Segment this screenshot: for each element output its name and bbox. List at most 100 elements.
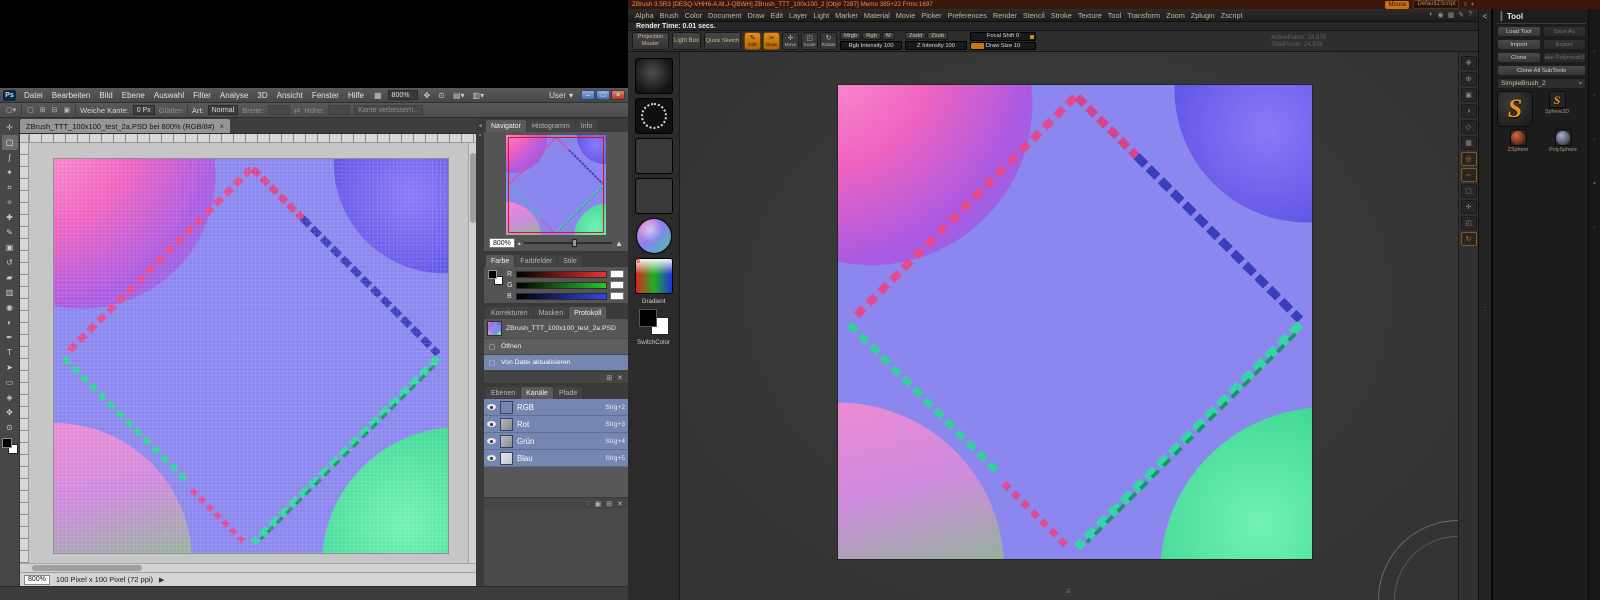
panel-tab[interactable]: Kanäle (521, 387, 553, 399)
dodge-tool[interactable]: ◐ (2, 315, 18, 330)
frame-icon[interactable]: ▢ (1461, 184, 1477, 198)
delete-state-icon[interactable]: ✕ (617, 374, 623, 382)
selection-subtract-icon[interactable]: ⊟ (51, 106, 59, 114)
stroke-type-thumbnail[interactable] (635, 98, 673, 134)
zbrush-menu-item[interactable]: Picker (918, 11, 944, 20)
pen-tool[interactable]: ✒ (2, 330, 18, 345)
current-brush-thumbnail[interactable] (635, 58, 673, 94)
tool-preset-icon[interactable]: ▢▾ (5, 106, 17, 114)
channel-row[interactable]: RGB Strg+2 (484, 399, 628, 416)
panel-tab[interactable]: Farbe (486, 255, 514, 267)
document-tab[interactable]: ZBrush_TTT_100x100_test_2a.PSD bei 800% … (20, 119, 230, 133)
projection-master-button[interactable]: Projection Master (632, 32, 669, 50)
panel-tab[interactable]: Stile (558, 255, 582, 267)
color-value-field[interactable] (610, 270, 624, 278)
tool-tray-button[interactable]: Make Polymesh3D (1543, 52, 1587, 63)
clone-all-subtools-button[interactable]: Clone All SubTools (1497, 65, 1586, 76)
crop-tool[interactable]: ⌗ (2, 180, 18, 195)
selection-intersect-icon[interactable]: ▣ (63, 106, 72, 114)
zbrush-menu-item[interactable]: Edit (767, 11, 786, 20)
z-intensity-slider[interactable]: Z Intensity 100 (905, 41, 967, 50)
ps-menu-item[interactable]: Hilfe (344, 91, 368, 100)
tool-palette-header[interactable]: ┃ Tool (1497, 11, 1586, 24)
maximize-button[interactable]: □ (596, 90, 610, 100)
main-color-swatch[interactable] (639, 309, 657, 327)
zbrush-menu-item[interactable]: Tool (1105, 11, 1124, 20)
transform-mode-button[interactable]: ↻ Rotate (820, 32, 837, 50)
zbrush-menu-item[interactable]: Material (861, 11, 893, 20)
history-snapshot-row[interactable]: ZBrush_TTT_100x100_test_2a.PSD (484, 319, 628, 339)
ps-menu-item[interactable]: Bild (95, 91, 116, 100)
ps-menu-item[interactable]: Ebene (118, 91, 149, 100)
zbrush-canvas[interactable]: ≡ (680, 52, 1458, 600)
gradient-label[interactable]: Gradient (642, 298, 666, 305)
type-tool[interactable]: T (2, 345, 18, 360)
clone-stamp-tool[interactable]: ▣ (2, 240, 18, 255)
navigator-zoom-slider[interactable] (524, 242, 612, 244)
new-snapshot-icon[interactable]: ⊞ (606, 374, 612, 382)
transform-mode-button[interactable]: ✑ Draw (763, 32, 780, 50)
navigator-view-box[interactable] (508, 137, 604, 233)
collapse-panels-icon[interactable]: ◂ (478, 122, 481, 129)
channel-row[interactable]: Rot Strg+3 (484, 416, 628, 433)
lasso-tool[interactable]: ʃ (2, 150, 18, 165)
color-value-field[interactable] (610, 281, 624, 289)
visibility-eye-icon[interactable] (487, 421, 496, 427)
tray-edge-icon[interactable]: ▪ (1593, 181, 1595, 187)
focal-shift-slider[interactable]: Focal Shift 0 (970, 32, 1036, 41)
brush-tool[interactable]: ✎ (2, 225, 18, 240)
transform-mode-button[interactable]: ✎ Edit (744, 32, 761, 50)
path-selection-tool[interactable]: ➤ (2, 360, 18, 375)
foreground-color-swatch[interactable] (2, 438, 12, 448)
eraser-tool[interactable]: ▰ (2, 270, 18, 285)
zbrush-menu-item[interactable]: Movie (893, 11, 918, 20)
ps-canvas[interactable] (20, 143, 476, 563)
alpha-slot[interactable] (635, 138, 673, 174)
zbrush-menu-item[interactable]: Stencil (1020, 11, 1048, 20)
panel-tab[interactable]: Info (576, 120, 598, 132)
zoom-tool-icon[interactable]: ⊙ (436, 91, 447, 100)
history-step-row[interactable]: ▢ Öffnen (484, 339, 628, 355)
switch-color-swatch[interactable] (637, 309, 671, 335)
dock-grip-icon[interactable]: ▪ (479, 133, 481, 139)
zoom-tool[interactable]: ⊙ (2, 420, 18, 435)
zbrush-document-image[interactable] (838, 85, 1312, 559)
save-selection-icon[interactable]: ▣ (595, 500, 602, 508)
blur-tool[interactable]: ◉ (2, 300, 18, 315)
visibility-eye-icon[interactable] (487, 455, 496, 461)
marquee-tool[interactable]: ▢ (2, 135, 18, 150)
ps-menu-item[interactable]: Bearbeiten (48, 91, 95, 100)
color-slider[interactable] (516, 293, 607, 300)
panel-tab[interactable]: Farbfelder (515, 255, 557, 267)
zbrush-menu-item[interactable]: Zoom (1163, 11, 1188, 20)
visibility-eye-icon[interactable] (487, 404, 496, 410)
zscript-quick-icon[interactable]: ✎ (1456, 11, 1466, 19)
screen-mode-icon[interactable]: ▥▾ (471, 91, 487, 100)
close-tab-icon[interactable]: × (219, 122, 224, 131)
panel-tab[interactable]: Korrekturen (486, 307, 533, 319)
local-icon[interactable]: ◎ (1461, 152, 1477, 166)
tool-tray-button[interactable]: Load Tool (1497, 26, 1541, 37)
current-tool-section-header[interactable]: SimpleBrush_2▾ (1497, 78, 1586, 89)
swap-dimensions-icon[interactable]: ⇄ (294, 106, 300, 115)
tool-item-polysphere[interactable]: PolySphere (1542, 129, 1584, 153)
tray-edge-icon[interactable]: ▫ (1593, 225, 1595, 231)
quick-selection-tool[interactable]: ✦ (2, 165, 18, 180)
zbrush-menu-item[interactable]: Alpha (632, 11, 657, 20)
photoshop-app-icon[interactable]: Ps (3, 90, 16, 101)
draw-size-slider[interactable]: Draw Size 10 (970, 42, 1036, 51)
tool-item-sphere3d[interactable]: S Sphere3D (1536, 91, 1578, 127)
load-selection-icon[interactable]: ◌ (585, 500, 589, 507)
transform-mode-button[interactable]: ◰ Scale (801, 32, 818, 50)
zbrush-menu-item[interactable]: Draw (744, 11, 767, 20)
zbrush-menu-item[interactable]: Brush (657, 11, 682, 20)
antialias-checkbox-label[interactable]: Glätten (159, 106, 183, 115)
foreground-background-swatches[interactable] (2, 438, 18, 454)
collapse-tray-icon[interactable]: < (1483, 12, 1488, 21)
zoom-icon[interactable]: ⊕ (1461, 72, 1477, 86)
width-field[interactable] (268, 105, 290, 115)
new-channel-icon[interactable]: ⊞ (606, 500, 612, 508)
zbrush-menu-item[interactable]: Preferences (945, 11, 990, 20)
color-panel-swatches[interactable] (488, 270, 503, 285)
panel-tab[interactable]: Masken (534, 307, 569, 319)
